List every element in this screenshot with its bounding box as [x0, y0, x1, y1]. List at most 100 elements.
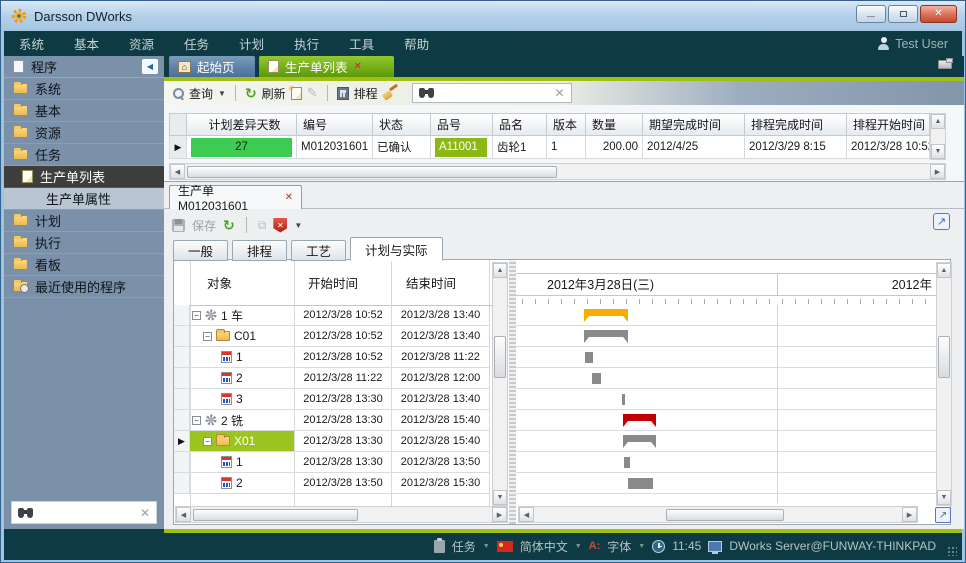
sidebar-item-execute[interactable]: 执行: [4, 232, 164, 254]
sidebar-item-basic[interactable]: 基本: [4, 100, 164, 122]
refresh-icon[interactable]: [223, 218, 235, 232]
scroll-thumb[interactable]: [494, 336, 505, 378]
status-font[interactable]: 字体: [607, 538, 631, 555]
col-object[interactable]: 对象: [207, 273, 232, 292]
open-external-icon[interactable]: [933, 213, 950, 230]
close-detail-icon[interactable]: [285, 192, 293, 203]
sidebar-item-system[interactable]: 系统: [4, 78, 164, 100]
sidebar-header-programs[interactable]: 程序: [4, 56, 164, 78]
gantt-bar[interactable]: [585, 352, 593, 363]
menu-system[interactable]: 系统: [4, 34, 59, 53]
scroll-left-icon[interactable]: ◀: [176, 507, 191, 522]
col-end-time[interactable]: 结束时间: [406, 273, 456, 292]
col-plan-diff-days[interactable]: 计划差异天数: [187, 113, 297, 136]
col-item-no[interactable]: 品号: [431, 113, 493, 136]
sidebar-item-resource[interactable]: 资源: [4, 122, 164, 144]
tab-process[interactable]: 工艺: [291, 240, 346, 261]
scroll-left-icon[interactable]: ◀: [170, 164, 185, 179]
scroll-down-icon[interactable]: ▼: [931, 144, 945, 159]
collapse-node-icon[interactable]: [192, 416, 201, 425]
grid-horizontal-scrollbar[interactable]: ◀ ▶: [169, 163, 946, 180]
edit-icon[interactable]: [307, 85, 318, 101]
gantt-bar[interactable]: [628, 478, 653, 489]
title-bar[interactable]: Darsson DWorks: [1, 1, 965, 31]
refresh-icon[interactable]: [245, 86, 257, 100]
tree-row[interactable]: 2 2012/3/28 13:50 2012/3/28 15:30: [174, 473, 489, 494]
tab-list-icon[interactable]: [938, 60, 952, 69]
sidebar-item-production-order-props[interactable]: 生产单属性: [4, 188, 164, 210]
scroll-thumb[interactable]: [666, 509, 784, 521]
resize-grip[interactable]: [947, 546, 957, 556]
language-dropdown-icon[interactable]: [575, 543, 582, 550]
status-language[interactable]: 简体中文: [520, 538, 568, 555]
query-button[interactable]: 查询: [189, 85, 213, 102]
scroll-right-icon[interactable]: ▶: [492, 507, 507, 522]
sidebar-item-recent-programs[interactable]: 最近使用的程序: [4, 276, 164, 298]
status-tasks[interactable]: 任务: [452, 538, 476, 555]
tree-row[interactable]: 2 2012/3/28 11:22 2012/3/28 12:00: [174, 368, 489, 389]
scroll-up-icon[interactable]: ▲: [937, 263, 951, 278]
scroll-right-icon[interactable]: ▶: [930, 164, 945, 179]
gantt-horizontal-scrollbar[interactable]: ◀ ▶: [518, 506, 918, 523]
schedule-button[interactable]: 排程: [354, 85, 378, 102]
collapse-node-icon[interactable]: [203, 332, 212, 341]
gantt-vertical-scrollbar[interactable]: ▲ ▼: [936, 262, 952, 506]
close-tab-icon[interactable]: [354, 61, 362, 72]
scroll-up-icon[interactable]: ▲: [493, 263, 507, 278]
collapse-node-icon[interactable]: [192, 311, 201, 320]
sidebar-item-kanban[interactable]: 看板: [4, 254, 164, 276]
col-qty[interactable]: 数量: [586, 113, 643, 136]
gantt-bar[interactable]: [584, 330, 628, 343]
col-status[interactable]: 状态: [373, 113, 431, 136]
tree-vertical-scrollbar[interactable]: ▲ ▼: [492, 262, 508, 506]
tree-row[interactable]: 1 车 2012/3/28 10:52 2012/3/28 13:40: [174, 305, 489, 326]
query-dropdown-icon[interactable]: [218, 89, 226, 98]
save-icon[interactable]: [172, 219, 185, 232]
broom-icon[interactable]: [383, 86, 399, 100]
col-start-time[interactable]: 开始时间: [308, 273, 358, 292]
tab-start-page[interactable]: 起始页: [169, 56, 255, 77]
toolbar-search-input[interactable]: [440, 86, 549, 100]
clear-search-icon[interactable]: [555, 86, 565, 100]
gantt-bar[interactable]: [584, 309, 628, 322]
gantt-bar[interactable]: [623, 414, 656, 427]
col-code[interactable]: 编号: [297, 113, 373, 136]
font-dropdown-icon[interactable]: [638, 543, 645, 550]
sidebar-search-input[interactable]: [39, 506, 134, 520]
tasks-icon[interactable]: [434, 540, 445, 553]
scroll-thumb[interactable]: [938, 336, 949, 378]
calculator-icon[interactable]: [337, 87, 349, 100]
tree-horizontal-scrollbar[interactable]: ◀ ▶: [175, 506, 508, 523]
tasks-dropdown-icon[interactable]: [483, 543, 490, 550]
scroll-thumb[interactable]: [187, 166, 557, 178]
collapse-node-icon[interactable]: [203, 437, 212, 446]
clear-search-icon[interactable]: [140, 506, 150, 520]
language-flag-icon[interactable]: [497, 541, 513, 552]
menu-tools[interactable]: 工具: [334, 34, 389, 53]
col-version[interactable]: 版本: [547, 113, 586, 136]
grid-data-row[interactable]: 27 M012031601 已确认 A11001 齿轮1 1 200.00 20…: [169, 136, 930, 159]
scroll-left-icon[interactable]: ◀: [519, 507, 534, 522]
sidebar-item-production-order-list[interactable]: 生产单列表: [4, 166, 164, 188]
shield-dropdown-icon[interactable]: [294, 221, 302, 230]
sidebar-item-plan[interactable]: 计划: [4, 210, 164, 232]
scroll-thumb[interactable]: [193, 509, 358, 521]
minimize-button[interactable]: [856, 5, 886, 23]
user-badge[interactable]: Test User: [878, 37, 962, 51]
menu-execute[interactable]: 执行: [279, 34, 334, 53]
gantt-bar[interactable]: [622, 394, 625, 405]
tree-row[interactable]: 1 2012/3/28 13:30 2012/3/28 13:50: [174, 452, 489, 473]
tree-row-selected[interactable]: X01 2012/3/28 13:30 2012/3/28 15:40: [174, 431, 489, 452]
tab-general[interactable]: 一般: [173, 240, 228, 261]
menu-help[interactable]: 帮助: [389, 34, 444, 53]
menu-plan[interactable]: 计划: [224, 34, 279, 53]
tree-row[interactable]: C01 2012/3/28 10:52 2012/3/28 13:40: [174, 326, 489, 347]
col-expected-finish[interactable]: 期望完成时间: [643, 113, 745, 136]
gantt-bar[interactable]: [624, 457, 630, 468]
grid-vertical-scrollbar[interactable]: ▲ ▼: [930, 113, 946, 160]
gantt-bar[interactable]: [623, 435, 656, 448]
scroll-up-icon[interactable]: ▲: [931, 114, 945, 129]
tab-schedule[interactable]: 排程: [232, 240, 287, 261]
sidebar-collapse-icon[interactable]: [142, 59, 158, 74]
menu-basic[interactable]: 基本: [59, 34, 114, 53]
